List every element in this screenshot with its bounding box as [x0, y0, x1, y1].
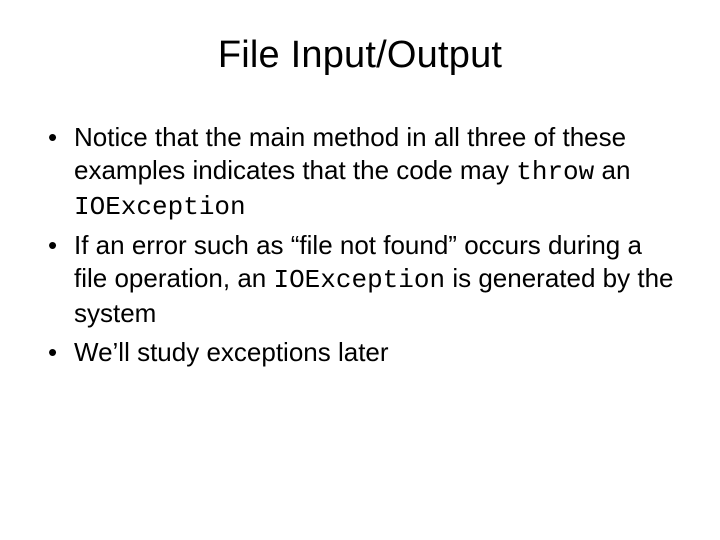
slide: File Input/Output Notice that the main m… [0, 0, 720, 540]
body-text: an [594, 155, 630, 185]
bullet-list: Notice that the main method in all three… [40, 121, 680, 368]
code-text: IOException [74, 192, 246, 222]
code-text: throw [516, 157, 594, 187]
slide-title: File Input/Output [40, 34, 680, 77]
body-text: We’ll study exceptions later [74, 337, 389, 367]
code-text: IOException [273, 265, 445, 295]
bullet-item: Notice that the main method in all three… [44, 121, 680, 223]
bullet-item: We’ll study exceptions later [44, 336, 680, 369]
bullet-item: If an error such as “file not found” occ… [44, 229, 680, 329]
